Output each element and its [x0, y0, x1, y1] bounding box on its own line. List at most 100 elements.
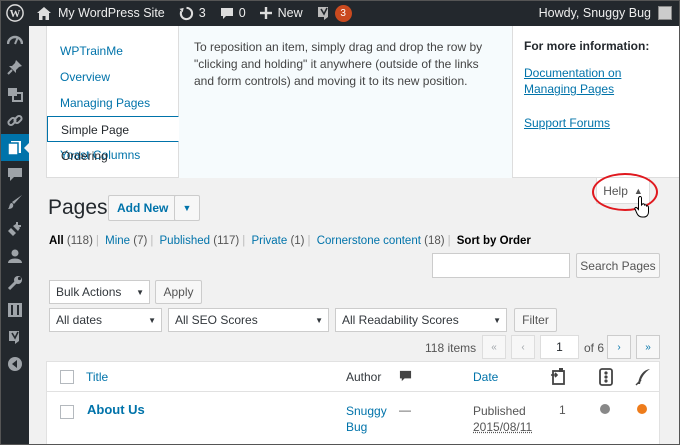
- sidebar-item-settings[interactable]: [0, 296, 29, 323]
- collapse-icon: [7, 356, 22, 371]
- caret-down-icon: ▼: [136, 288, 144, 297]
- sidebar-item-collapse[interactable]: [0, 350, 29, 377]
- contextual-help-panel: WPTrainMe Overview Managing Pages Simple…: [46, 26, 680, 178]
- sidebar-item-seo[interactable]: [0, 323, 29, 350]
- caret-down-icon: ▼: [182, 203, 192, 213]
- plugin-icon: [7, 221, 21, 236]
- table-header: Title Author Date: [47, 362, 659, 392]
- sidebar-item-links[interactable]: [0, 107, 29, 134]
- new-label: New: [277, 6, 303, 20]
- media-icon: [7, 87, 23, 102]
- row-title-link[interactable]: About Us: [87, 402, 145, 417]
- help-tab-simple-page-ordering[interactable]: Simple Page Ordering: [47, 116, 179, 163]
- help-tab-overview[interactable]: Overview: [47, 64, 178, 90]
- page-title: Pages: [48, 196, 108, 219]
- help-sidebar: For more information: Documentation on M…: [512, 26, 680, 178]
- last-page-button[interactable]: »: [636, 335, 660, 359]
- sidebar-item-pages[interactable]: [0, 134, 29, 161]
- help-tabs: WPTrainMe Overview Managing Pages Simple…: [47, 26, 179, 178]
- bulk-actions-select[interactable]: Bulk Actions ▼: [49, 280, 150, 304]
- filter-published[interactable]: Published: [160, 235, 211, 247]
- sidebar-item-appearance[interactable]: [0, 188, 29, 215]
- date-filter-select[interactable]: All dates ▼: [49, 308, 162, 332]
- help-sidebar-heading: For more information:: [524, 39, 650, 53]
- pin-icon: [6, 59, 22, 75]
- caret-down-icon: ▼: [315, 316, 323, 325]
- user-menu[interactable]: Howdy, Snuggy Bug: [532, 0, 680, 26]
- row-comments: —: [399, 403, 411, 417]
- next-page-button[interactable]: ›: [607, 335, 631, 359]
- admin-bar: W My WordPress Site 3 0 New 3 Howdy, Snu…: [0, 0, 680, 26]
- row-checkbox[interactable]: [60, 405, 74, 419]
- seo-score-select[interactable]: All SEO Scores ▼: [168, 308, 329, 332]
- link-icon: [6, 114, 23, 126]
- sidebar-item-media[interactable]: [0, 80, 29, 107]
- user-icon: [7, 249, 22, 263]
- admin-side-menu: [0, 26, 29, 445]
- help-tab-wptrainme[interactable]: WPTrainMe: [47, 38, 178, 64]
- items-count: 118 items: [425, 341, 477, 355]
- main-content: WPTrainMe Overview Managing Pages Simple…: [29, 26, 680, 445]
- add-new-button[interactable]: Add New: [108, 195, 178, 221]
- column-author: Author: [346, 370, 382, 384]
- help-tab-managing-pages[interactable]: Managing Pages: [47, 90, 178, 116]
- avatar: [658, 6, 672, 20]
- comments-column-icon: [399, 370, 412, 382]
- documentation-link[interactable]: Documentation on Managing Pages: [524, 65, 677, 97]
- filter-private[interactable]: Private: [251, 235, 287, 247]
- filter-cornerstone-count: (18): [424, 235, 445, 247]
- yoast-icon: [317, 7, 328, 20]
- updates-link[interactable]: 3: [172, 0, 213, 26]
- readability-score-select[interactable]: All Readability Scores ▼: [335, 308, 507, 332]
- filter-sort-by-order[interactable]: Sort by Order: [457, 235, 531, 247]
- filter-cornerstone[interactable]: Cornerstone content: [317, 235, 421, 247]
- column-title[interactable]: Title: [86, 370, 108, 384]
- new-content-link[interactable]: New: [253, 0, 310, 26]
- current-page-input[interactable]: 1: [540, 335, 579, 359]
- readability-score-value: All Readability Scores: [342, 313, 459, 327]
- sidebar-item-users[interactable]: [0, 242, 29, 269]
- date-filter-value: All dates: [56, 313, 103, 327]
- plus-icon: [259, 7, 272, 19]
- site-name-link[interactable]: My WordPress Site: [30, 0, 172, 26]
- yoast-menu[interactable]: 3: [310, 0, 359, 26]
- column-date[interactable]: Date: [473, 370, 498, 384]
- prev-page-button[interactable]: ‹: [511, 335, 535, 359]
- filter-all[interactable]: All: [49, 235, 64, 247]
- seo-score-value: All SEO Scores: [175, 313, 258, 327]
- svg-text:W: W: [10, 8, 21, 20]
- support-forums-link[interactable]: Support Forums: [524, 115, 677, 131]
- row-links-count: 1: [559, 403, 566, 417]
- first-page-button[interactable]: «: [482, 335, 506, 359]
- sidebar-item-posts[interactable]: [0, 53, 29, 80]
- hand-cursor-icon: [634, 196, 649, 218]
- filter-button[interactable]: Filter: [514, 308, 557, 332]
- row-status: Published: [473, 404, 526, 418]
- bulk-actions-value: Bulk Actions: [56, 285, 122, 299]
- apply-button[interactable]: Apply: [155, 280, 202, 304]
- sidebar-item-plugins[interactable]: [0, 215, 29, 242]
- caret-down-icon: ▼: [493, 316, 501, 325]
- comments-link[interactable]: 0: [213, 0, 253, 26]
- search-pages-button[interactable]: Search Pages: [576, 253, 660, 278]
- sidebar-item-tools[interactable]: [0, 269, 29, 296]
- pages-icon: [6, 140, 21, 156]
- links-column-icon: [551, 368, 565, 385]
- add-new-dropdown-button[interactable]: ▼: [174, 195, 200, 221]
- sidebar-item-dashboard[interactable]: [0, 26, 29, 53]
- pages-table: Title Author Date About Us Snuggy Bug — …: [46, 361, 660, 445]
- seo-score-dot: [600, 404, 610, 414]
- select-all-checkbox[interactable]: [60, 370, 74, 384]
- row-author-link[interactable]: Snuggy Bug: [346, 403, 396, 435]
- wordpress-logo-icon[interactable]: W: [0, 0, 30, 26]
- table-row[interactable]: About Us Snuggy Bug — Published 2015/08/…: [47, 393, 659, 445]
- filter-private-count: (1): [290, 235, 305, 247]
- caret-down-icon: ▼: [148, 316, 156, 325]
- dashboard-icon: [6, 35, 23, 44]
- wrench-icon: [7, 275, 22, 290]
- search-input[interactable]: [432, 253, 570, 278]
- comment-icon: [220, 7, 233, 19]
- filter-mine[interactable]: Mine: [105, 235, 130, 247]
- sidebar-item-comments[interactable]: [0, 161, 29, 188]
- yoast-icon: [8, 330, 19, 344]
